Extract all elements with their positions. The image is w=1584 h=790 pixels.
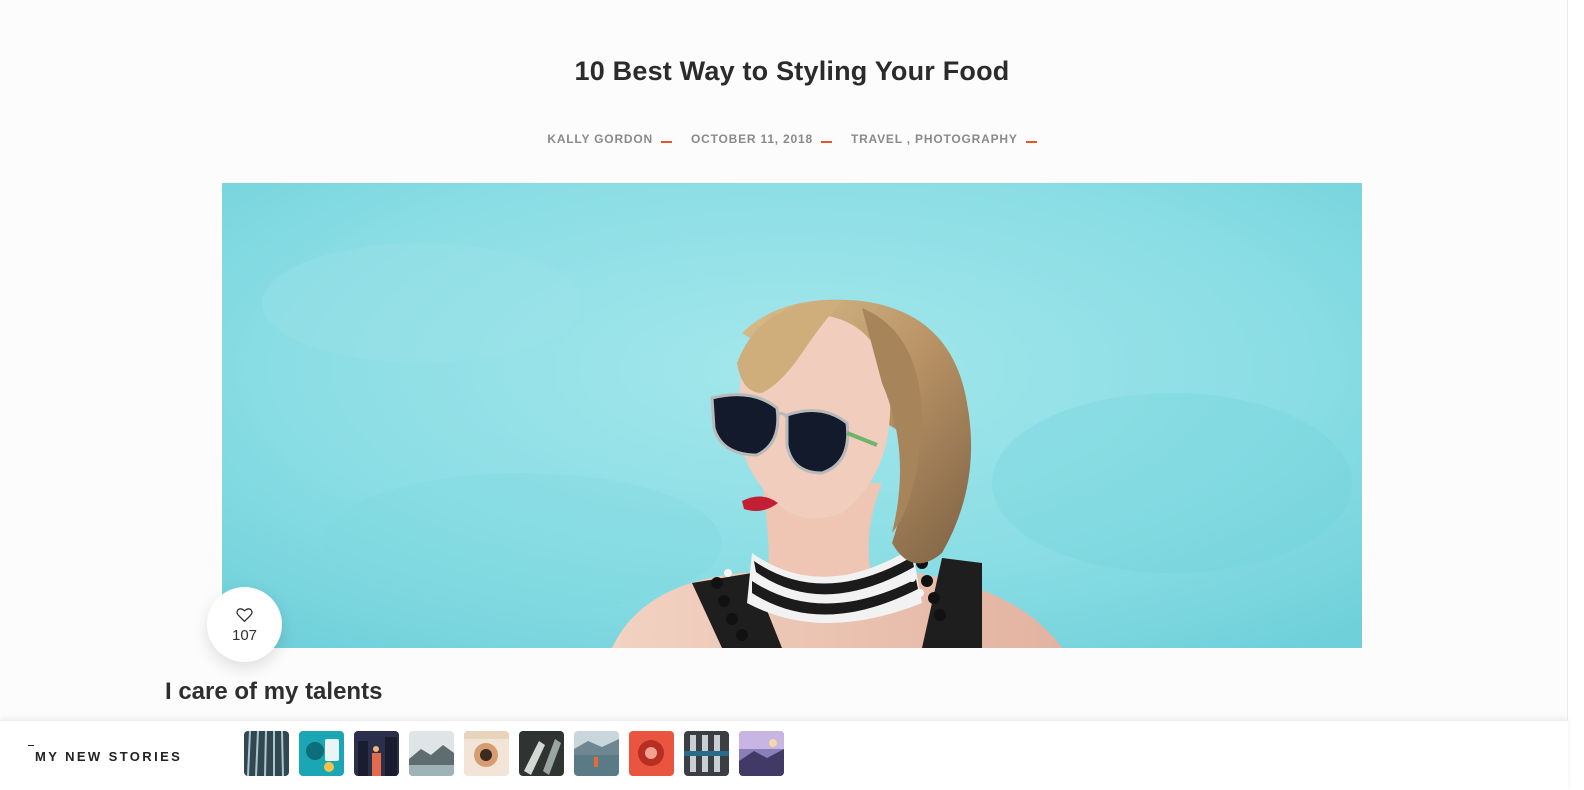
meta-categories[interactable]: TRAVEL , PHOTOGRAPHY	[851, 132, 1018, 146]
section-heading: I care of my talents	[165, 678, 383, 705]
story-thumbnail[interactable]	[354, 731, 399, 776]
post-meta: KALLY GORDON OCTOBER 11, 2018 TRAVEL , P…	[0, 132, 1584, 146]
story-thumbnails	[244, 731, 784, 776]
story-thumbnail[interactable]	[629, 731, 674, 776]
story-thumbnail[interactable]	[409, 731, 454, 776]
blog-post-page: 10 Best Way to Styling Your Food KALLY G…	[0, 0, 1584, 790]
stories-label[interactable]: MY NEW STORIES	[35, 749, 182, 764]
like-count: 107	[231, 627, 258, 644]
story-thumbnail[interactable]	[519, 731, 564, 776]
like-button[interactable]: 107	[207, 587, 282, 662]
meta-date[interactable]: OCTOBER 11, 2018	[691, 132, 813, 146]
post-title: 10 Best Way to Styling Your Food	[574, 56, 1010, 86]
meta-author[interactable]: KALLY GORDON	[547, 132, 653, 146]
meta-separator	[1025, 141, 1037, 143]
scrollbar-track[interactable]	[1567, 0, 1584, 790]
stories-bar: MY NEW STORIES	[0, 720, 1568, 790]
stories-label-marker	[28, 745, 34, 746]
meta-categories-item[interactable]: TRAVEL , PHOTOGRAPHY	[851, 132, 1037, 146]
story-thumbnail[interactable]	[244, 731, 289, 776]
hero-image	[222, 183, 1362, 648]
story-thumbnail[interactable]	[574, 731, 619, 776]
meta-separator	[660, 141, 672, 143]
heart-icon	[236, 608, 253, 623]
story-thumbnail[interactable]	[684, 731, 729, 776]
story-thumbnail[interactable]	[464, 731, 509, 776]
meta-author-item[interactable]: KALLY GORDON	[547, 132, 691, 146]
story-thumbnail[interactable]	[299, 731, 344, 776]
meta-separator	[820, 141, 832, 143]
story-thumbnail[interactable]	[739, 731, 784, 776]
meta-date-item[interactable]: OCTOBER 11, 2018	[691, 132, 851, 146]
